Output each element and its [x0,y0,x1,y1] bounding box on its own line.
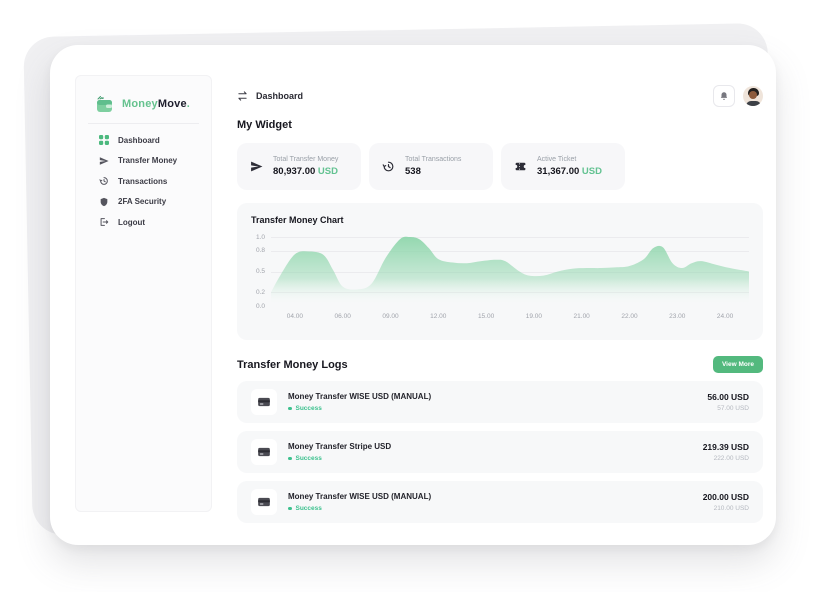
breadcrumb[interactable]: Dashboard [237,91,303,101]
x-tick: 12.00 [430,313,447,320]
stat-label: Total Transactions [405,156,462,163]
x-tick: 06.00 [334,313,351,320]
app-window: MoneyMove. Dashboard Transfer Money Tran… [50,45,776,545]
x-tick: 19.00 [525,313,543,320]
sidebar-item-logout[interactable]: Logout [76,212,211,233]
stat-card-total-transfer-money: Total Transfer Money 80,937.00 USD [237,143,361,190]
sidebar-item-2fa-security[interactable]: 2FA Security [76,192,211,213]
transfer-money-chart-card: Transfer Money Chart 1.0 0.8 0.5 0.2 0.0 [237,203,763,340]
top-bar: Dashboard [237,83,763,109]
logo-text: MoneyMove. [122,98,191,110]
chart-y-axis: 1.0 0.8 0.5 0.2 0.0 [251,233,271,310]
chart-title: Transfer Money Chart [251,215,344,225]
avatar-body [745,101,761,106]
x-tick: 09.00 [382,313,399,320]
sidebar-item-label: Transfer Money [118,156,178,166]
credit-card-icon [251,489,277,515]
wallet-logo-icon [96,95,116,113]
stat-card-total-transactions: Total Transactions 538 [369,143,493,190]
success-dot-icon [288,406,292,411]
y-tick: 1.0 [255,233,265,241]
logs-section-title: Transfer Money Logs [237,358,348,371]
stat-cards: Total Transfer Money 80,937.00 USD Total… [237,143,763,190]
view-more-button[interactable]: View More [712,356,763,373]
sidebar-item-dashboard[interactable]: Dashboard [76,130,211,151]
credit-card-icon [251,439,277,465]
sidebar: MoneyMove. Dashboard Transfer Money Tran… [75,75,212,512]
bell-icon [719,91,729,101]
sidebar-item-transfer-money[interactable]: Transfer Money [76,151,211,172]
paper-plane-icon [98,155,109,166]
log-status: Success [288,455,391,462]
chart-x-axis: 04.00 06.00 09.00 12.00 15.00 19.00 21.0… [271,313,749,320]
stat-card-active-ticket: Active Ticket 31,367.00 USD [501,143,625,190]
x-tick: 24.00 [716,313,734,320]
swap-arrows-icon [237,91,248,101]
x-tick: 04.00 [286,313,304,320]
sidebar-nav: Dashboard Transfer Money Transactions 2F… [76,124,211,233]
sidebar-item-label: Logout [118,217,146,227]
area-path [271,236,749,306]
y-tick: 0.2 [255,288,265,296]
x-tick: 15.00 [477,313,495,320]
avatar-face [749,90,757,99]
logout-icon [98,217,109,228]
user-avatar[interactable] [743,86,763,106]
stat-label: Active Ticket [537,156,577,163]
success-dot-icon [288,456,292,461]
log-row-3[interactable]: Money Transfer WISE USD (MANUAL) Success… [237,481,763,523]
paper-plane-icon [250,160,263,173]
log-amount: 56.00 USD [707,392,749,402]
log-title: Money Transfer WISE USD (MANUAL) [288,392,432,401]
breadcrumb-label: Dashboard [256,91,304,101]
chart-plot-wrap: 1.0 0.8 0.5 0.2 0.0 [251,233,749,310]
stat-value: 31,367.00 USD [537,166,602,177]
notifications-button[interactable] [713,85,735,107]
log-sub-amount: 210.00 USD [713,505,749,512]
logs-header: Transfer Money Logs View More [237,356,763,373]
log-amount: 219.39 USD [702,442,749,452]
history-clock-icon [382,160,395,173]
stat-value: 538 [405,166,421,177]
chart-plot-area [271,233,749,306]
log-sub-amount: 57.00 USD [717,405,749,412]
log-status: Success [288,405,431,412]
x-tick: 21.00 [573,313,590,320]
sidebar-item-label: 2FA Security [118,197,167,207]
stat-value: 80,937.00 USD [273,166,338,177]
y-tick: 0.0 [255,302,265,310]
log-sub-amount: 222.00 USD [713,455,749,462]
success-dot-icon [288,506,292,511]
history-clock-icon [98,176,109,187]
main-content: Dashboard My Widget Total Transfer Money… [237,83,763,523]
ticket-icon [514,160,527,173]
log-status: Success [288,505,431,512]
transfer-chart-area [271,236,749,306]
sidebar-item-transactions[interactable]: Transactions [76,171,211,192]
x-tick: 23.00 [669,313,686,320]
y-tick: 0.5 [255,268,265,275]
log-amount: 200.00 USD [702,492,749,502]
log-title: Money Transfer WISE USD (MANUAL) [288,492,432,501]
shield-icon [98,196,109,207]
sidebar-item-label: Dashboard [118,135,160,145]
log-title: Money Transfer Stripe USD [288,442,392,451]
top-actions [713,85,763,107]
dashboard-grid-icon [98,135,109,146]
page: MoneyMove. Dashboard Transfer Money Tran… [0,0,830,592]
credit-card-icon [251,389,277,415]
sidebar-item-label: Transactions [118,176,168,186]
log-row-1[interactable]: Money Transfer WISE USD (MANUAL) Success… [237,381,763,423]
x-tick: 22.00 [621,313,638,320]
logo: MoneyMove. [76,76,211,116]
log-row-2[interactable]: Money Transfer Stripe USD Success 219.39… [237,431,763,473]
y-tick: 0.8 [255,247,265,255]
widgets-section-title: My Widget [237,119,292,131]
stat-label: Total Transfer Money [273,156,339,163]
